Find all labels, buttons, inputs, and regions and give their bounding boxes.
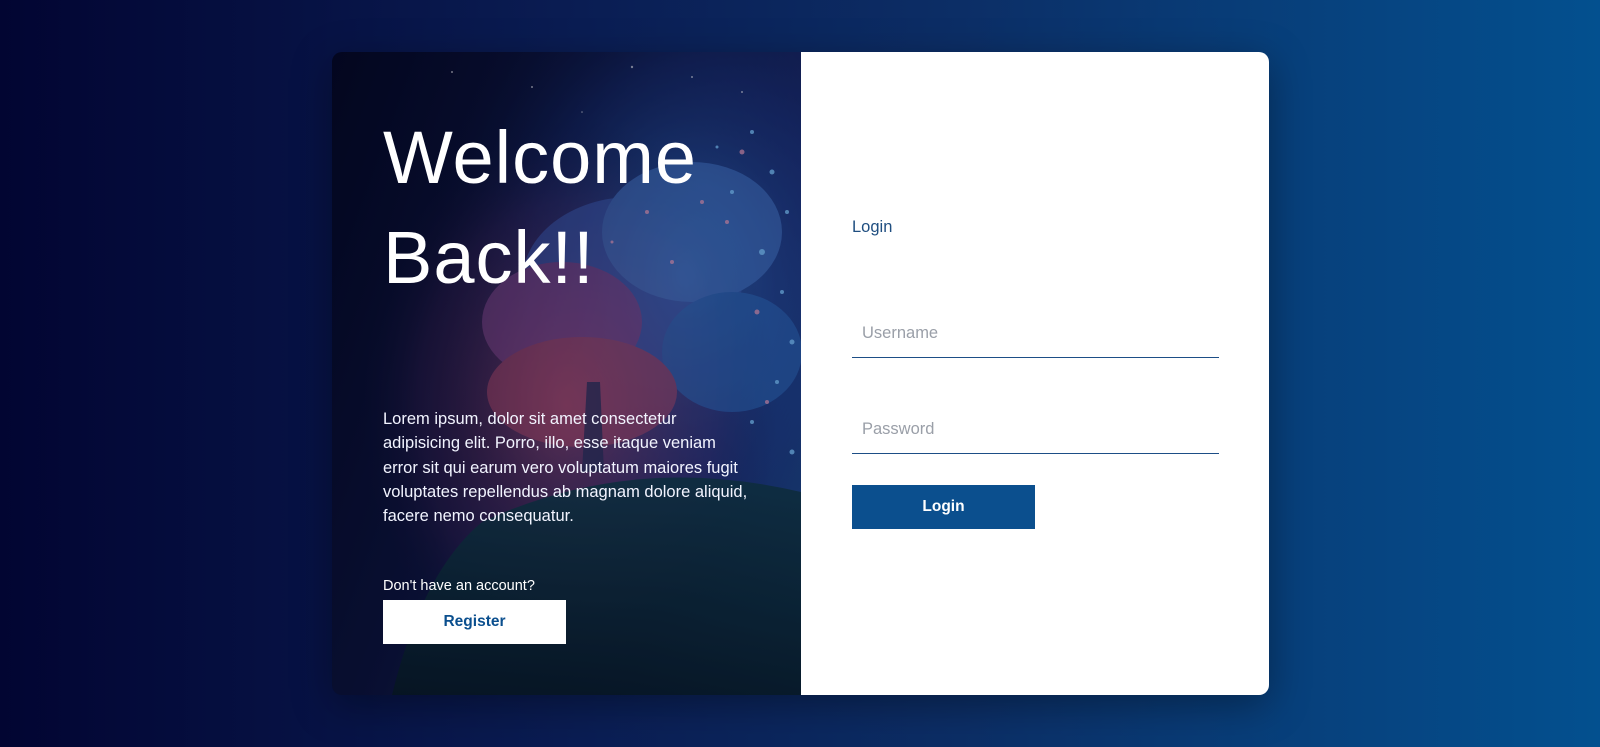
no-account-text: Don't have an account? — [383, 578, 535, 594]
username-input[interactable] — [852, 310, 1219, 358]
welcome-description: Lorem ipsum, dolor sit amet consectetur … — [383, 410, 748, 526]
password-input[interactable] — [852, 406, 1219, 454]
welcome-heading: Welcome Back!! — [383, 116, 698, 299]
login-button[interactable]: Login — [852, 485, 1035, 529]
register-button[interactable]: Register — [383, 600, 566, 644]
login-card: Welcome Back!! Lorem ipsum, dolor sit am… — [332, 52, 1269, 695]
login-panel: Login Login — [801, 52, 1269, 695]
welcome-panel: Welcome Back!! Lorem ipsum, dolor sit am… — [332, 52, 801, 695]
welcome-content: Welcome Back!! Lorem ipsum, dolor sit am… — [383, 108, 753, 594]
login-title: Login — [852, 218, 893, 236]
